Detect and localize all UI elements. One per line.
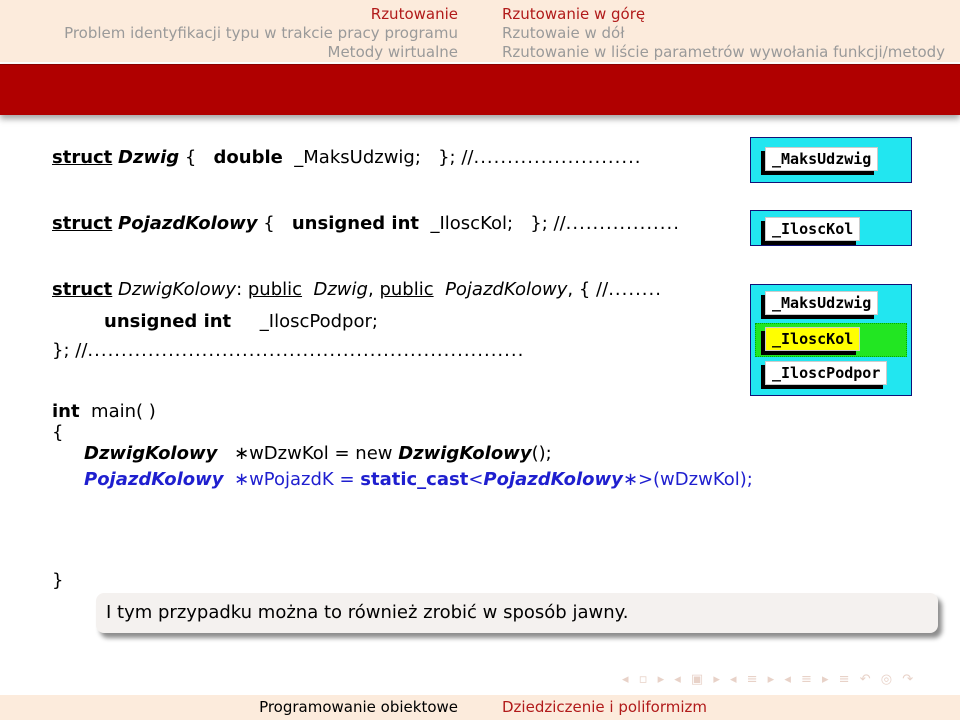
footer: Programowanie obiektowe Dziedziczenie i … (0, 695, 960, 720)
class-name: Dzwig (118, 147, 180, 168)
comment-dots: ......................... (473, 147, 642, 168)
code-line-dzwig: struct Dzwig { double _MaksUdzwig; }; //… (52, 147, 642, 168)
section-problem-identyfikacji[interactable]: Problem identyfikacji typu w trakcie pra… (64, 24, 458, 43)
base-class: PojazdKolowy (445, 279, 568, 300)
memory-field: _MaksUdzwig (765, 291, 879, 315)
comma: , (367, 279, 374, 300)
cast-target: PojazdKolowy (483, 469, 623, 490)
keyword-public: public (247, 279, 303, 300)
comment-marker: // (596, 279, 609, 300)
footer-course-title: Programowanie obiektowe (259, 698, 458, 716)
comment-marker: // (461, 147, 474, 168)
brace: , { (567, 279, 591, 300)
subsection-rzutowanie-w-gore[interactable]: Rzutowanie w górę (502, 5, 945, 24)
memory-field-highlighted: _IloscKol (765, 327, 861, 351)
brace-end: }; (52, 340, 70, 361)
beamer-nav-icons[interactable]: ◂ ▫ ▸ ◂ ▣ ▸ ◂ ≡ ▸ ◂ ≡ ▸ ≡ ↶ ◎ ↷ (622, 672, 916, 687)
keyword-struct: struct (52, 279, 113, 300)
keyword-struct: struct (52, 147, 113, 168)
code-main-signature: int main( ) (52, 401, 156, 422)
code-close-brace: } (52, 570, 64, 591)
type-keyword: int (52, 401, 80, 422)
section-nav: Rzutowanie Problem identyfikacji typu w … (64, 5, 458, 62)
field-name: _IloscPodpor; (259, 311, 378, 332)
statement-text: ∗wDzwKol = new (234, 443, 399, 464)
memory-field: _IloscKol (765, 217, 861, 241)
colon: : (236, 279, 243, 300)
frame-title-bar (0, 64, 960, 115)
type-name: DzwigKolowy (84, 443, 218, 464)
brace: { (263, 213, 275, 234)
base-class: Dzwig (313, 279, 368, 300)
class-name: PojazdKolowy (118, 213, 258, 234)
angle-open: < (468, 469, 484, 490)
code-line-end: }; //...................................… (52, 340, 524, 361)
comment-marker: // (75, 340, 88, 361)
code-line-field: unsigned int _IloscPodpor; (104, 311, 378, 332)
memory-field: _IloscPodpor (765, 361, 888, 385)
keyword-struct: struct (52, 213, 113, 234)
statement-tail: (); (531, 443, 552, 464)
dzwig-memory-layout: _MaksUdzwig (750, 137, 912, 183)
code-stmt-new: DzwigKolowy ∗wDzwKol = new DzwigKolowy(); (84, 443, 552, 464)
section-rzutowanie[interactable]: Rzutowanie (64, 5, 458, 24)
type-keyword: unsigned int (291, 213, 420, 234)
subsection-rzutowanie-parametry[interactable]: Rzutowanie w liście parametrów wywołania… (502, 43, 945, 62)
subsection-nav: Rzutowanie w górę Rzutowaie w dół Rzutow… (502, 5, 945, 62)
ctor-name: DzwigKolowy (398, 443, 532, 464)
section-metody-wirtualne[interactable]: Metody wirtualne (64, 43, 458, 62)
header-nav: Rzutowanie Problem identyfikacji typu w … (0, 0, 960, 62)
code-line-pojazd: struct PojazdKolowy { unsigned int _Ilos… (52, 213, 680, 234)
keyword-public: public (379, 279, 434, 300)
comment-dots: ........................................… (87, 340, 525, 361)
statement-tail: ∗>(wDzwKol); (622, 469, 753, 490)
comment-marker: // (553, 213, 566, 234)
memory-field: _MaksUdzwig (765, 147, 879, 171)
type-name: PojazdKolowy (84, 469, 224, 490)
brace-end: }; (438, 147, 456, 168)
class-name: DzwigKolowy (118, 279, 237, 300)
type-keyword: unsigned int (104, 311, 232, 332)
subsection-rzutowanie-w-dol[interactable]: Rzutowaie w dół (502, 24, 945, 43)
statement-text: ∗wPojazdK = (234, 469, 361, 490)
comment-dots: ................. (565, 213, 680, 234)
function-name: main( ) (91, 401, 156, 422)
footer-lecture-title: Dziedziczenie i poliformizm (502, 698, 707, 716)
brace: { (184, 147, 197, 168)
field-name: _IloscKol; (430, 213, 514, 234)
code-stmt-cast: PojazdKolowy ∗wPojazdK = static_cast<Poja… (84, 469, 753, 490)
code-open-brace: { (52, 422, 64, 443)
field-name: _MaksUdzwig; (294, 147, 421, 168)
comment-dots: ........ (608, 279, 662, 300)
dzwigkolowy-memory-layout: _MaksUdzwig _IloscKol _IloscPodpor (750, 284, 912, 396)
note-box: I tym przypadku można to również zrobić … (96, 593, 938, 633)
code-line-dzwigkolowy: struct DzwigKolowy: public Dzwig, public… (52, 279, 662, 300)
type-keyword: double (213, 147, 283, 168)
brace-end: }; (530, 213, 548, 234)
static-cast-keyword: static_cast (360, 469, 469, 490)
pojazd-memory-layout: _IloscKol (750, 210, 912, 246)
